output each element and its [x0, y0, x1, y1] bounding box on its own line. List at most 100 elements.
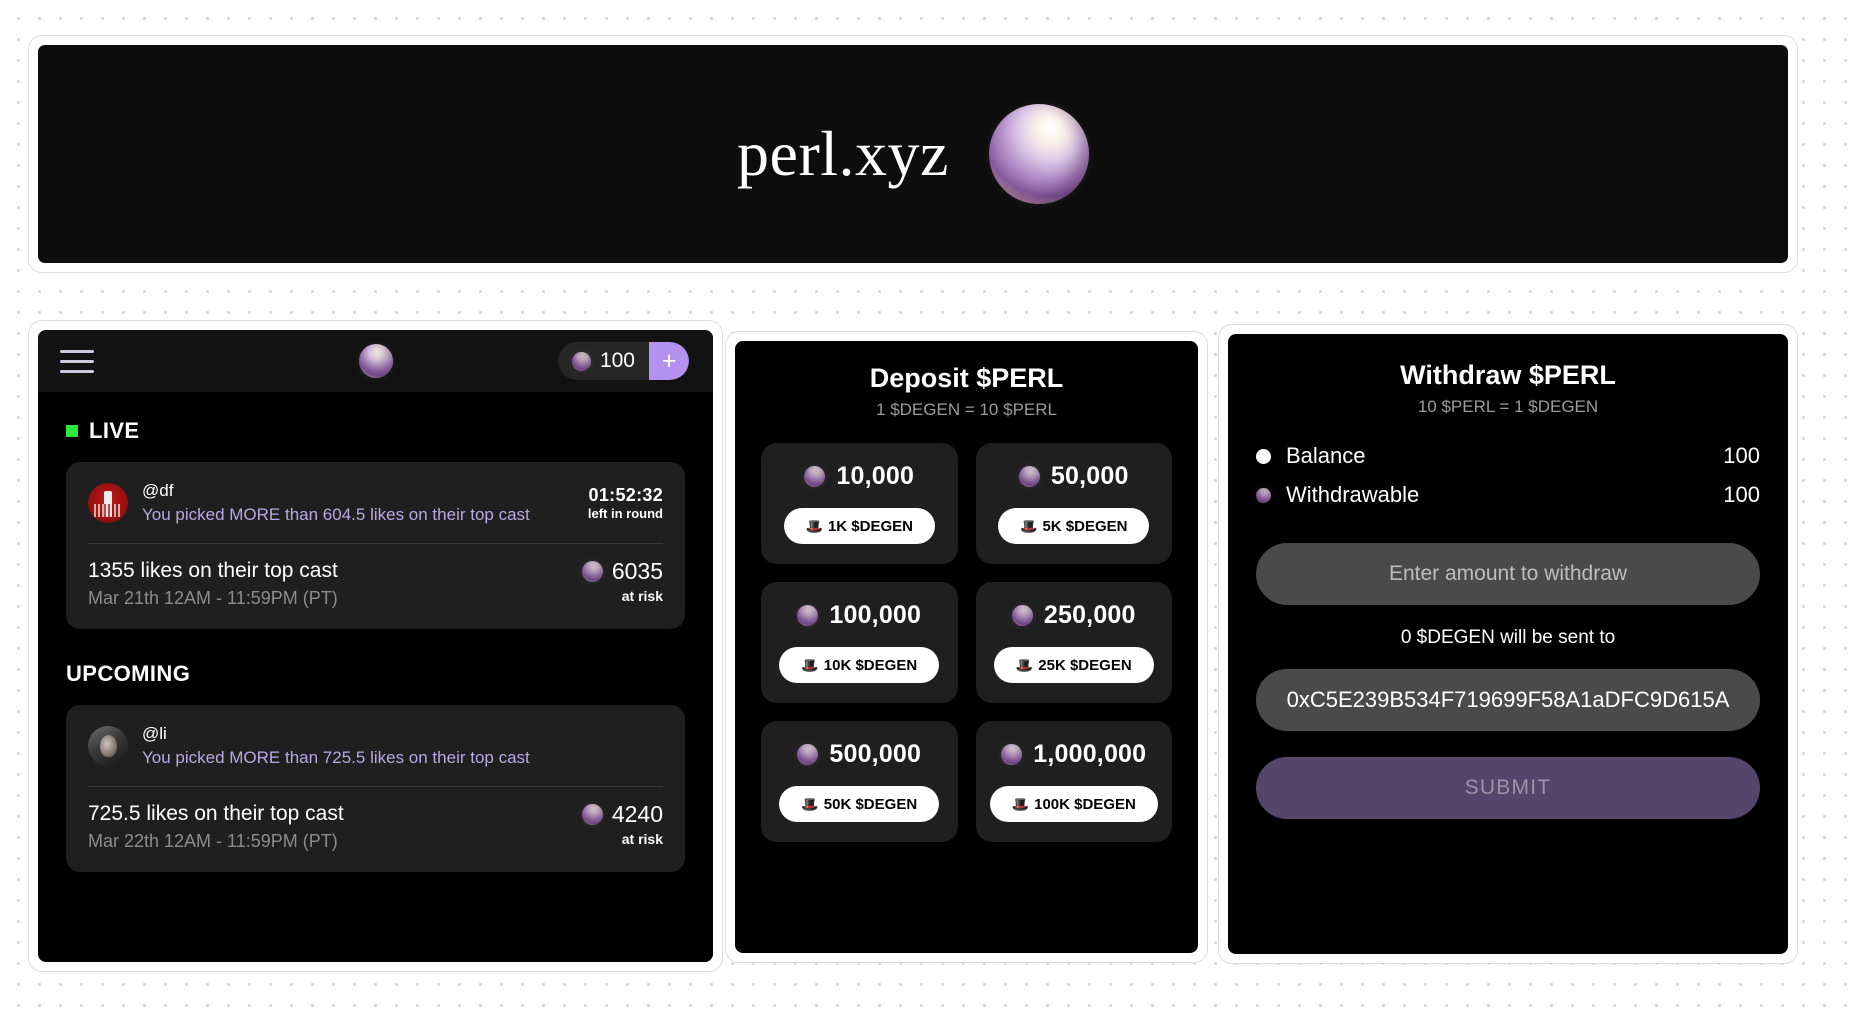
pearl-orb-icon	[804, 466, 826, 487]
pearl-orb-icon	[988, 104, 1089, 204]
withdraw-address-input[interactable]	[1256, 669, 1760, 731]
hero-content: perl.xyz	[38, 45, 1788, 263]
feed-panel: 100 + LIVE @df You picked MORE than 604.…	[28, 320, 723, 972]
deposit-amount: 50,000	[1050, 462, 1129, 490]
tophat-icon: 🎩	[1020, 518, 1038, 534]
deposit-body: Deposit $PERL 1 $DEGEN = 10 $PERL 10,000…	[735, 341, 1198, 864]
upcoming-section-label: UPCOMING	[66, 660, 191, 686]
deposit-button-label: 50K $DEGEN	[823, 795, 918, 813]
deposit-button[interactable]: 🎩 5K $DEGEN	[998, 508, 1150, 544]
deposit-button-label: 25K $DEGEN	[1038, 656, 1132, 674]
deposit-panel: Deposit $PERL 1 $DEGEN = 10 $PERL 10,000…	[725, 331, 1208, 963]
pick-description: You picked MORE than 604.5 likes on thei…	[142, 504, 530, 524]
deposit-title: Deposit $PERL	[869, 363, 1064, 393]
bet-title: 1355 likes on their top cast	[88, 558, 338, 582]
risk-label: at risk	[621, 587, 663, 604]
bet-card-header: @li You picked MORE than 725.5 likes on …	[88, 723, 663, 770]
deposit-tile[interactable]: 50,000 🎩 5K $DEGEN	[975, 443, 1172, 564]
deposit-amount: 250,000	[1043, 601, 1136, 629]
timer-label: left in round	[587, 506, 663, 522]
balance-value: 100	[1723, 443, 1760, 468]
deposit-panel-inner: Deposit $PERL 1 $DEGEN = 10 $PERL 10,000…	[735, 341, 1198, 953]
tophat-icon: 🎩	[1015, 657, 1034, 673]
pick-description: You picked MORE than 725.5 likes on thei…	[142, 747, 530, 767]
deposit-tile[interactable]: 10,000 🎩 1K $DEGEN	[761, 443, 958, 564]
pearl-orb-icon	[571, 351, 591, 371]
pearl-orb-icon	[1256, 487, 1271, 503]
live-section-header: LIVE	[66, 418, 685, 444]
pearl-orb-icon	[1001, 744, 1023, 765]
tophat-icon: 🎩	[1011, 796, 1030, 812]
bet-info: 725.5 likes on their top cast Mar 22th 1…	[88, 801, 582, 852]
deposit-rate: 1 $DEGEN = 10 $PERL	[876, 400, 1057, 419]
deposit-tile-grid: 10,000 🎩 1K $DEGEN 50,000 🎩 5K $DEGEN 10…	[761, 443, 1172, 842]
submit-button[interactable]: SUBMIT	[1256, 757, 1760, 819]
balance-label: Balance	[1286, 443, 1366, 468]
risk-info: 4240 at risk	[581, 800, 663, 847]
hamburger-menu-icon[interactable]	[60, 349, 94, 373]
pearl-orb-icon	[581, 803, 603, 825]
bet-card-header: @df You picked MORE than 604.5 likes on …	[88, 480, 663, 527]
deposit-button[interactable]: 🎩 100K $DEGEN	[989, 786, 1158, 822]
bet-card-user: @df You picked MORE than 604.5 likes on …	[142, 480, 530, 527]
deposit-button-label: 5K $DEGEN	[1042, 517, 1128, 535]
risk-info: 6035 at risk	[581, 557, 663, 604]
divider	[88, 542, 663, 544]
withdraw-note: 0 $DEGEN will be sent to	[1400, 627, 1616, 648]
tophat-icon: 🎩	[805, 518, 823, 534]
feed-body: LIVE @df You picked MORE than 604.5 like…	[38, 392, 713, 872]
deposit-amount-row: 10,000	[804, 462, 914, 491]
withdraw-panel: Withdraw $PERL 10 $PERL = 1 $DEGEN Balan…	[1218, 324, 1798, 964]
withdraw-panel-inner: Withdraw $PERL 10 $PERL = 1 $DEGEN Balan…	[1228, 334, 1788, 954]
deposit-button-label: 100K $DEGEN	[1034, 795, 1136, 813]
live-status-icon	[66, 425, 78, 437]
deposit-amount: 10,000	[836, 462, 915, 490]
list-item[interactable]: @df You picked MORE than 604.5 likes on …	[66, 462, 685, 629]
deposit-amount-row: 1,000,000	[1001, 740, 1146, 769]
deposit-amount-row: 100,000	[797, 601, 921, 630]
withdrawable-value: 100	[1723, 482, 1760, 507]
risk-amount-row: 6035	[581, 557, 663, 585]
deposit-button-label: 1K $DEGEN	[827, 517, 913, 535]
bet-card-user: @li You picked MORE than 725.5 likes on …	[142, 723, 530, 770]
risk-amount: 6035	[611, 557, 663, 584]
feed-panel-inner: 100 + LIVE @df You picked MORE than 604.…	[38, 330, 713, 962]
live-section-label: LIVE	[89, 418, 140, 443]
deposit-amount: 1,000,000	[1033, 740, 1147, 768]
withdrawable-row: Withdrawable 100	[1256, 482, 1760, 508]
deposit-tile[interactable]: 100,000 🎩 10K $DEGEN	[761, 582, 958, 703]
pearl-orb-icon[interactable]	[358, 344, 393, 378]
withdraw-title: Withdraw $PERL	[1400, 360, 1616, 390]
deposit-button[interactable]: 🎩 10K $DEGEN	[779, 647, 940, 683]
deposit-button[interactable]: 🎩 50K $DEGEN	[779, 786, 940, 822]
bet-date: Mar 21th 12AM - 11:59PM (PT)	[88, 587, 338, 608]
user-handle: @li	[142, 723, 167, 743]
withdrawable-label: Withdrawable	[1286, 482, 1420, 507]
add-funds-button[interactable]: +	[649, 342, 689, 380]
deposit-tile[interactable]: 1,000,000 🎩 100K $DEGEN	[975, 721, 1172, 842]
bet-card-footer: 1355 likes on their top cast Mar 21th 12…	[88, 558, 663, 609]
divider	[88, 785, 663, 787]
hero-panel: perl.xyz	[28, 35, 1798, 273]
avatar	[88, 483, 128, 524]
risk-amount: 4240	[611, 800, 663, 827]
avatar	[88, 726, 128, 767]
deposit-tile[interactable]: 250,000 🎩 25K $DEGEN	[975, 582, 1172, 703]
user-handle: @df	[142, 481, 174, 500]
deposit-button[interactable]: 🎩 1K $DEGEN	[783, 508, 935, 544]
tophat-icon: 🎩	[801, 796, 819, 812]
list-item[interactable]: @li You picked MORE than 725.5 likes on …	[66, 704, 685, 872]
pearl-orb-icon	[1018, 466, 1040, 487]
balance-badge[interactable]: 100 +	[557, 342, 689, 380]
pearl-orb-icon	[581, 560, 603, 582]
withdraw-amount-input[interactable]	[1256, 543, 1760, 605]
deposit-amount-row: 50,000	[1018, 462, 1129, 491]
deposit-tile[interactable]: 500,000 🎩 50K $DEGEN	[761, 721, 958, 842]
withdraw-rate: 10 $PERL = 1 $DEGEN	[1417, 397, 1599, 416]
pearl-orb-icon	[797, 605, 819, 626]
balance-row: Balance 100	[1256, 443, 1760, 469]
deposit-amount-row: 250,000	[1011, 601, 1136, 630]
deposit-amount: 500,000	[829, 740, 922, 768]
deposit-button[interactable]: 🎩 25K $DEGEN	[993, 647, 1154, 683]
